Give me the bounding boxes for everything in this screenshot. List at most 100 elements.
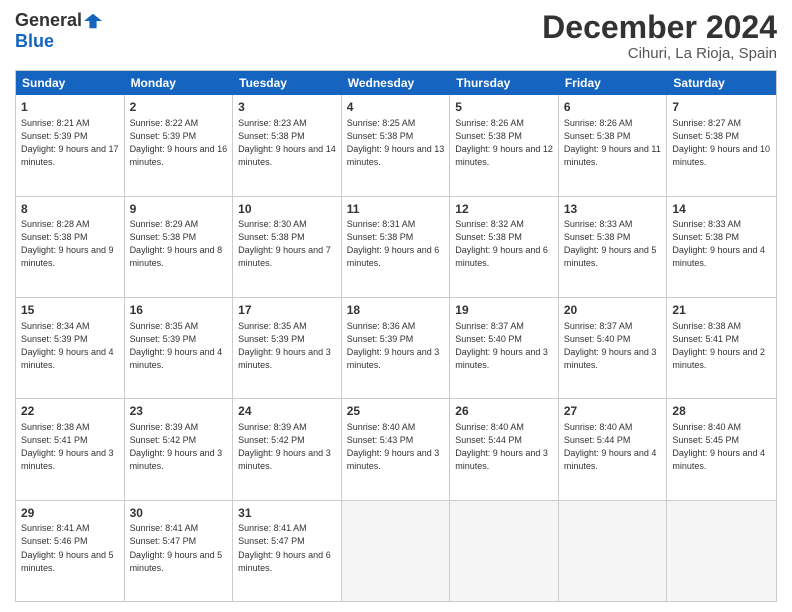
- calendar-cell: 12Sunrise: 8:32 AMSunset: 5:38 PMDayligh…: [450, 197, 559, 297]
- calendar-cell: 13Sunrise: 8:33 AMSunset: 5:38 PMDayligh…: [559, 197, 668, 297]
- calendar-cell: 10Sunrise: 8:30 AMSunset: 5:38 PMDayligh…: [233, 197, 342, 297]
- calendar-cell: 19Sunrise: 8:37 AMSunset: 5:40 PMDayligh…: [450, 298, 559, 398]
- calendar-cell: 26Sunrise: 8:40 AMSunset: 5:44 PMDayligh…: [450, 399, 559, 499]
- calendar-cell: [667, 501, 776, 601]
- calendar-cell: 27Sunrise: 8:40 AMSunset: 5:44 PMDayligh…: [559, 399, 668, 499]
- weekday-header-friday: Friday: [559, 71, 668, 95]
- day-number: 25: [347, 403, 445, 420]
- calendar-row-3: 15Sunrise: 8:34 AMSunset: 5:39 PMDayligh…: [16, 298, 776, 399]
- calendar: SundayMondayTuesdayWednesdayThursdayFrid…: [15, 70, 777, 602]
- day-number: 11: [347, 201, 445, 218]
- day-info: Sunrise: 8:41 AMSunset: 5:47 PMDaylight:…: [130, 522, 228, 574]
- calendar-cell: 1Sunrise: 8:21 AMSunset: 5:39 PMDaylight…: [16, 95, 125, 195]
- day-number: 15: [21, 302, 119, 319]
- day-info: Sunrise: 8:26 AMSunset: 5:38 PMDaylight:…: [564, 117, 662, 169]
- calendar-cell: 31Sunrise: 8:41 AMSunset: 5:47 PMDayligh…: [233, 501, 342, 601]
- day-info: Sunrise: 8:37 AMSunset: 5:40 PMDaylight:…: [564, 320, 662, 372]
- calendar-cell: 15Sunrise: 8:34 AMSunset: 5:39 PMDayligh…: [16, 298, 125, 398]
- day-info: Sunrise: 8:21 AMSunset: 5:39 PMDaylight:…: [21, 117, 119, 169]
- calendar-cell: 20Sunrise: 8:37 AMSunset: 5:40 PMDayligh…: [559, 298, 668, 398]
- logo: General Blue: [15, 10, 102, 52]
- day-info: Sunrise: 8:29 AMSunset: 5:38 PMDaylight:…: [130, 218, 228, 270]
- calendar-row-5: 29Sunrise: 8:41 AMSunset: 5:46 PMDayligh…: [16, 501, 776, 601]
- calendar-cell: 14Sunrise: 8:33 AMSunset: 5:38 PMDayligh…: [667, 197, 776, 297]
- month-title: December 2024: [542, 10, 777, 45]
- day-number: 6: [564, 99, 662, 116]
- location-title: Cihuri, La Rioja, Spain: [542, 45, 777, 62]
- calendar-cell: 29Sunrise: 8:41 AMSunset: 5:46 PMDayligh…: [16, 501, 125, 601]
- calendar-header: SundayMondayTuesdayWednesdayThursdayFrid…: [16, 71, 776, 95]
- day-info: Sunrise: 8:26 AMSunset: 5:38 PMDaylight:…: [455, 117, 553, 169]
- calendar-cell: [450, 501, 559, 601]
- calendar-cell: 4Sunrise: 8:25 AMSunset: 5:38 PMDaylight…: [342, 95, 451, 195]
- day-info: Sunrise: 8:39 AMSunset: 5:42 PMDaylight:…: [130, 421, 228, 473]
- title-section: December 2024 Cihuri, La Rioja, Spain: [542, 10, 777, 62]
- day-number: 12: [455, 201, 553, 218]
- calendar-cell: [559, 501, 668, 601]
- day-number: 17: [238, 302, 336, 319]
- calendar-cell: 23Sunrise: 8:39 AMSunset: 5:42 PMDayligh…: [125, 399, 234, 499]
- weekday-header-wednesday: Wednesday: [342, 71, 451, 95]
- day-number: 10: [238, 201, 336, 218]
- calendar-row-4: 22Sunrise: 8:38 AMSunset: 5:41 PMDayligh…: [16, 399, 776, 500]
- calendar-cell: 3Sunrise: 8:23 AMSunset: 5:38 PMDaylight…: [233, 95, 342, 195]
- logo-bird-icon: [84, 12, 102, 30]
- calendar-cell: 21Sunrise: 8:38 AMSunset: 5:41 PMDayligh…: [667, 298, 776, 398]
- calendar-cell: 22Sunrise: 8:38 AMSunset: 5:41 PMDayligh…: [16, 399, 125, 499]
- weekday-header-tuesday: Tuesday: [233, 71, 342, 95]
- calendar-cell: 2Sunrise: 8:22 AMSunset: 5:39 PMDaylight…: [125, 95, 234, 195]
- day-number: 13: [564, 201, 662, 218]
- day-info: Sunrise: 8:33 AMSunset: 5:38 PMDaylight:…: [672, 218, 771, 270]
- day-info: Sunrise: 8:35 AMSunset: 5:39 PMDaylight:…: [238, 320, 336, 372]
- day-info: Sunrise: 8:30 AMSunset: 5:38 PMDaylight:…: [238, 218, 336, 270]
- weekday-header-thursday: Thursday: [450, 71, 559, 95]
- weekday-header-saturday: Saturday: [667, 71, 776, 95]
- day-number: 26: [455, 403, 553, 420]
- day-info: Sunrise: 8:22 AMSunset: 5:39 PMDaylight:…: [130, 117, 228, 169]
- calendar-cell: 16Sunrise: 8:35 AMSunset: 5:39 PMDayligh…: [125, 298, 234, 398]
- day-info: Sunrise: 8:40 AMSunset: 5:44 PMDaylight:…: [564, 421, 662, 473]
- day-number: 20: [564, 302, 662, 319]
- day-info: Sunrise: 8:34 AMSunset: 5:39 PMDaylight:…: [21, 320, 119, 372]
- day-info: Sunrise: 8:36 AMSunset: 5:39 PMDaylight:…: [347, 320, 445, 372]
- day-number: 23: [130, 403, 228, 420]
- weekday-header-monday: Monday: [125, 71, 234, 95]
- day-number: 18: [347, 302, 445, 319]
- calendar-cell: 25Sunrise: 8:40 AMSunset: 5:43 PMDayligh…: [342, 399, 451, 499]
- day-number: 31: [238, 505, 336, 522]
- day-number: 27: [564, 403, 662, 420]
- day-number: 2: [130, 99, 228, 116]
- day-number: 5: [455, 99, 553, 116]
- calendar-cell: 11Sunrise: 8:31 AMSunset: 5:38 PMDayligh…: [342, 197, 451, 297]
- day-number: 30: [130, 505, 228, 522]
- day-number: 4: [347, 99, 445, 116]
- day-info: Sunrise: 8:38 AMSunset: 5:41 PMDaylight:…: [672, 320, 771, 372]
- day-info: Sunrise: 8:37 AMSunset: 5:40 PMDaylight:…: [455, 320, 553, 372]
- weekday-header-sunday: Sunday: [16, 71, 125, 95]
- day-number: 8: [21, 201, 119, 218]
- calendar-cell: 6Sunrise: 8:26 AMSunset: 5:38 PMDaylight…: [559, 95, 668, 195]
- day-info: Sunrise: 8:31 AMSunset: 5:38 PMDaylight:…: [347, 218, 445, 270]
- calendar-cell: [342, 501, 451, 601]
- day-info: Sunrise: 8:27 AMSunset: 5:38 PMDaylight:…: [672, 117, 771, 169]
- calendar-cell: 5Sunrise: 8:26 AMSunset: 5:38 PMDaylight…: [450, 95, 559, 195]
- logo-general-text: General: [15, 10, 82, 31]
- day-info: Sunrise: 8:39 AMSunset: 5:42 PMDaylight:…: [238, 421, 336, 473]
- day-info: Sunrise: 8:40 AMSunset: 5:44 PMDaylight:…: [455, 421, 553, 473]
- day-number: 1: [21, 99, 119, 116]
- day-info: Sunrise: 8:23 AMSunset: 5:38 PMDaylight:…: [238, 117, 336, 169]
- calendar-row-1: 1Sunrise: 8:21 AMSunset: 5:39 PMDaylight…: [16, 95, 776, 196]
- calendar-cell: 8Sunrise: 8:28 AMSunset: 5:38 PMDaylight…: [16, 197, 125, 297]
- day-info: Sunrise: 8:35 AMSunset: 5:39 PMDaylight:…: [130, 320, 228, 372]
- calendar-cell: 28Sunrise: 8:40 AMSunset: 5:45 PMDayligh…: [667, 399, 776, 499]
- logo-blue-text: Blue: [15, 31, 54, 52]
- day-info: Sunrise: 8:38 AMSunset: 5:41 PMDaylight:…: [21, 421, 119, 473]
- day-number: 16: [130, 302, 228, 319]
- day-number: 21: [672, 302, 771, 319]
- day-info: Sunrise: 8:25 AMSunset: 5:38 PMDaylight:…: [347, 117, 445, 169]
- day-number: 14: [672, 201, 771, 218]
- day-number: 28: [672, 403, 771, 420]
- day-info: Sunrise: 8:32 AMSunset: 5:38 PMDaylight:…: [455, 218, 553, 270]
- day-info: Sunrise: 8:40 AMSunset: 5:45 PMDaylight:…: [672, 421, 771, 473]
- calendar-cell: 18Sunrise: 8:36 AMSunset: 5:39 PMDayligh…: [342, 298, 451, 398]
